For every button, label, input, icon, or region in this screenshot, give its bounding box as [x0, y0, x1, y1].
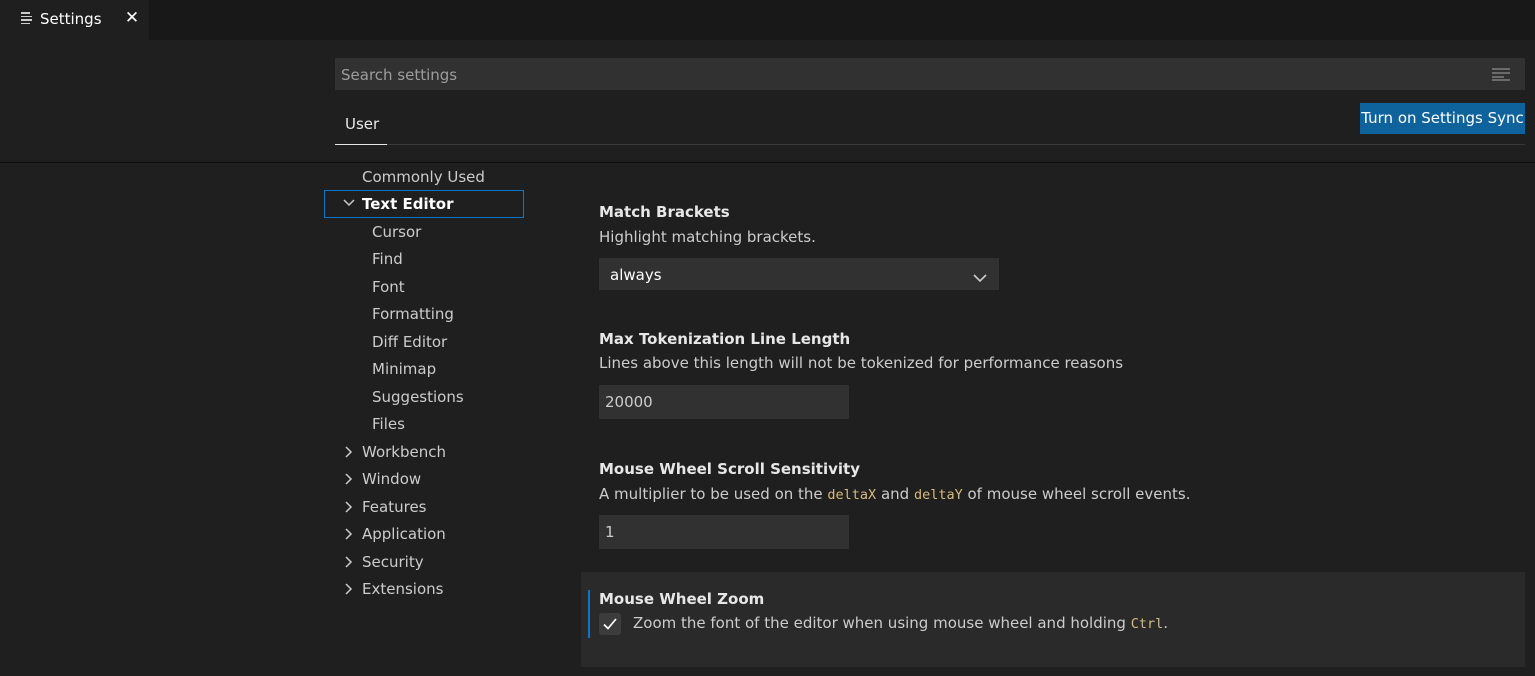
divider	[387, 144, 1525, 145]
toc-item-label: Workbench	[362, 443, 446, 461]
mouse-wheel-zoom-checkbox[interactable]	[599, 613, 621, 635]
setting-description: Zoom the font of the editor when using m…	[633, 614, 1168, 632]
check-icon	[603, 618, 617, 630]
toc-item-text-editor[interactable]: Text Editor	[324, 190, 524, 218]
focus-indicator	[588, 590, 590, 638]
chevron-right-icon	[345, 501, 353, 513]
tab-user[interactable]: User	[335, 108, 387, 145]
select-value: always	[610, 266, 662, 284]
divider	[0, 162, 1535, 163]
chevron-right-icon	[345, 528, 353, 540]
toc-item-features[interactable]: Features	[345, 494, 427, 521]
toc-item-extensions[interactable]: Extensions	[345, 576, 444, 603]
toc-item-application[interactable]: Application	[345, 521, 446, 548]
match-brackets-select[interactable]: always	[599, 258, 999, 290]
setting-title: Max Tokenization Line Length	[599, 330, 851, 348]
description-text: A multiplier to be used on the	[599, 485, 828, 503]
toc-item-label: Extensions	[362, 580, 444, 598]
setting-title: Match Brackets	[599, 203, 730, 221]
chevron-right-icon	[345, 583, 353, 595]
toc-item-workbench[interactable]: Workbench	[345, 439, 446, 466]
code-delta-y: deltaY	[913, 487, 963, 503]
chevron-down-icon	[973, 269, 987, 287]
input-value: 1	[605, 523, 615, 541]
settings-sync-button[interactable]: Turn on Settings Sync	[1360, 103, 1525, 134]
tab-label: Settings	[40, 10, 102, 28]
close-icon[interactable]: ✕	[122, 8, 142, 28]
toc-item-suggestions[interactable]: Suggestions	[372, 384, 464, 411]
scroll-sensitivity-input[interactable]: 1	[599, 515, 849, 549]
toc-item-label: Features	[362, 498, 427, 516]
setting-description: Lines above this length will not be toke…	[599, 354, 1124, 372]
max-tokenization-input[interactable]: 20000	[599, 385, 849, 419]
toc-item-find[interactable]: Find	[372, 246, 403, 273]
settings-preview-icon	[21, 12, 32, 24]
toc-item-label: Text Editor	[362, 195, 454, 213]
tab-settings[interactable]: Settings ✕	[0, 0, 149, 40]
input-value: 20000	[605, 393, 653, 411]
toc-item-commonly-used[interactable]: Commonly Used	[362, 164, 485, 191]
search-placeholder: Search settings	[341, 66, 458, 84]
setting-title: Mouse Wheel Scroll Sensitivity	[599, 460, 860, 478]
filter-icon[interactable]	[1492, 68, 1510, 81]
toc-item-cursor[interactable]: Cursor	[372, 219, 421, 246]
toc-item-files[interactable]: Files	[372, 411, 405, 438]
description-text: and	[876, 485, 914, 503]
setting-description: A multiplier to be used on the deltaX an…	[599, 485, 1191, 503]
tab-user-label: User	[345, 115, 380, 133]
toc-item-minimap[interactable]: Minimap	[372, 356, 436, 383]
chevron-right-icon	[345, 473, 353, 485]
toc-item-window[interactable]: Window	[345, 466, 422, 493]
toc-item-label: Security	[362, 553, 424, 571]
chevron-down-icon	[343, 199, 355, 207]
code-delta-x: deltaX	[827, 487, 877, 503]
description-text: Zoom the font of the editor when using m…	[633, 614, 1131, 632]
setting-description: Highlight matching brackets.	[599, 228, 816, 246]
chevron-right-icon	[345, 556, 353, 568]
description-text: of mouse wheel scroll events.	[962, 485, 1191, 503]
toc-item-formatting[interactable]: Formatting	[372, 301, 454, 328]
toc-item-diff-editor[interactable]: Diff Editor	[372, 329, 447, 356]
toc-item-font[interactable]: Font	[372, 274, 405, 301]
setting-title: Mouse Wheel Zoom	[599, 590, 765, 608]
editor-tab-bar: Settings ✕	[0, 0, 1535, 40]
code-ctrl: Ctrl	[1130, 616, 1164, 632]
toc-item-label: Window	[362, 470, 422, 488]
toc-item-security[interactable]: Security	[345, 549, 424, 576]
chevron-right-icon	[345, 446, 353, 458]
toc-item-label: Application	[362, 525, 446, 543]
search-input[interactable]: Search settings	[335, 58, 1525, 90]
description-text: .	[1163, 614, 1168, 632]
